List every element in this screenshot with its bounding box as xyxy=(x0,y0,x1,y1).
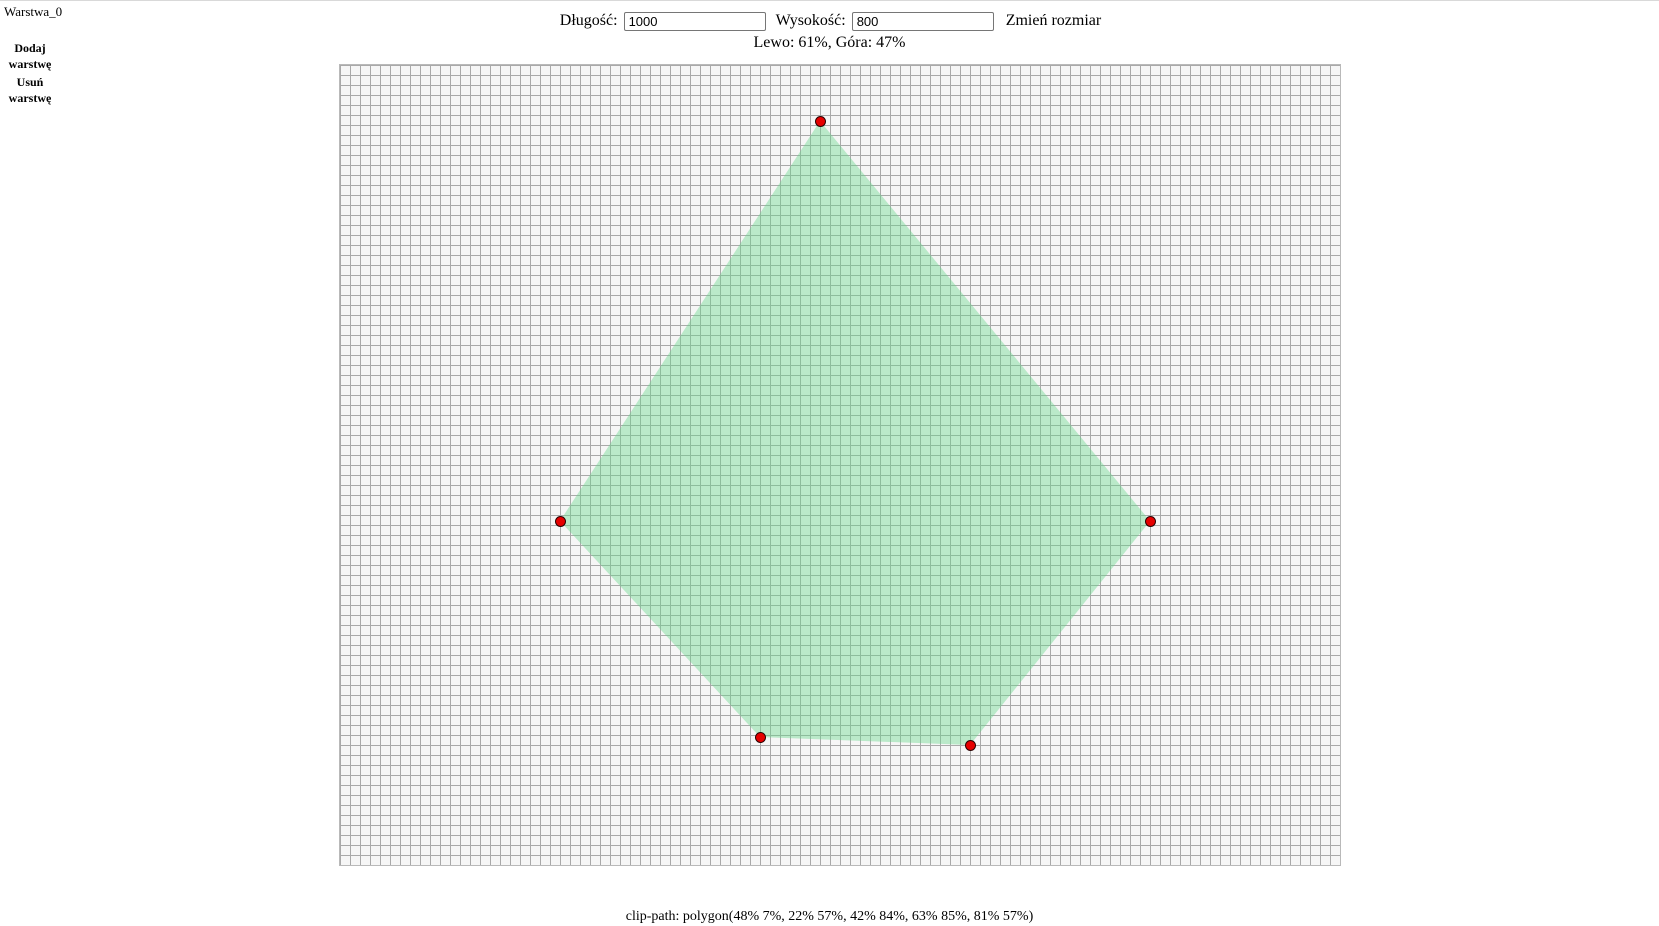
remove-layer-button[interactable]: Usuń warstwę xyxy=(0,74,60,106)
clip-path-output: clip-path: polygon(48% 7%, 22% 57%, 42% … xyxy=(625,909,1034,924)
vertex-handle[interactable] xyxy=(555,516,566,527)
resize-button[interactable]: Zmień rozmiar xyxy=(1006,12,1102,29)
top-border xyxy=(0,0,1659,1)
vertex-handle[interactable] xyxy=(755,732,766,743)
size-controls: Długość: Wysokość: Zmień rozmiar xyxy=(0,9,1659,33)
editor-canvas[interactable] xyxy=(339,64,1341,866)
length-label: Długość: xyxy=(559,12,618,29)
height-label: Wysokość: xyxy=(775,12,846,29)
vertex-handle[interactable] xyxy=(965,740,976,751)
cursor-position-readout: Lewo: 61%, Góra: 47% xyxy=(753,34,906,51)
clip-path-shape xyxy=(560,121,1150,745)
height-input[interactable] xyxy=(851,11,994,31)
length-input[interactable] xyxy=(623,11,766,31)
vertex-handle[interactable] xyxy=(1145,516,1156,527)
vertex-handle[interactable] xyxy=(815,116,826,127)
